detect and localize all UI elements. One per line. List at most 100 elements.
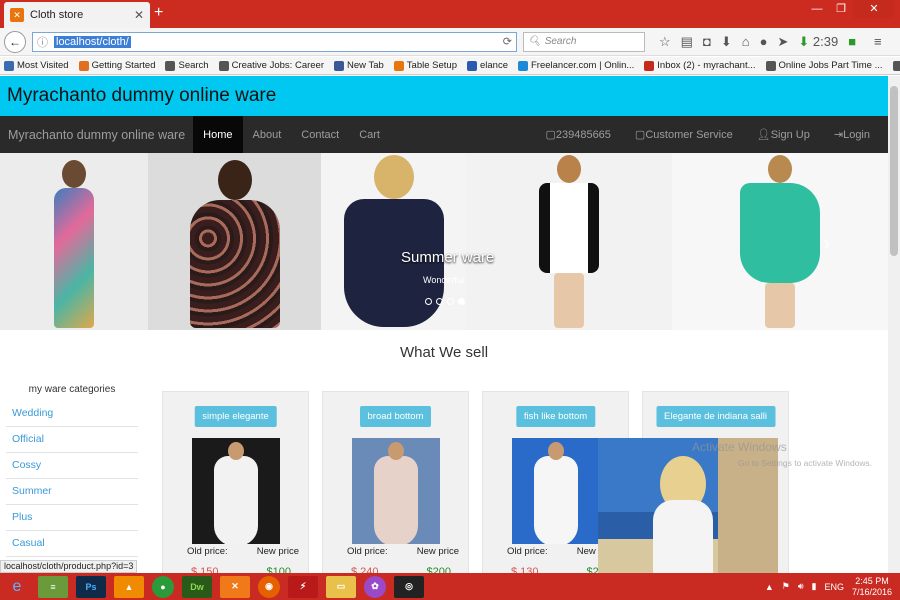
nav-login[interactable]: ⇥ Login: [824, 116, 880, 153]
category-link[interactable]: Wedding: [6, 401, 138, 427]
bookmark-item[interactable]: elance: [466, 60, 508, 71]
tab-cloth-store[interactable]: ✕ Cloth store ✕: [4, 2, 150, 28]
tray-up-icon[interactable]: ▲: [765, 582, 774, 592]
download-status[interactable]: ⬇ 2:39: [798, 34, 838, 50]
category-link[interactable]: Casual: [6, 531, 138, 557]
bookmark-item[interactable]: New Tab: [334, 60, 384, 71]
minimize-icon[interactable]: —: [806, 0, 828, 18]
file-explorer-icon[interactable]: ▭: [326, 575, 356, 598]
product-name-button[interactable]: broad bottom: [359, 406, 432, 427]
category-link[interactable]: Cossy: [6, 453, 138, 479]
clipboard-icon[interactable]: ▤: [681, 34, 693, 50]
category-link[interactable]: Official: [6, 427, 138, 453]
prices: $ 240 $200: [351, 566, 451, 573]
product-name-button[interactable]: simple elegante: [194, 406, 277, 427]
category-link[interactable]: Summer: [6, 479, 138, 505]
carousel-dot-active[interactable]: [458, 298, 465, 305]
flag-icon[interactable]: ⚑: [782, 581, 790, 592]
camera-icon[interactable]: ◎: [394, 575, 424, 598]
bookmark-label: elance: [479, 60, 508, 71]
bookmark-star-icon[interactable]: ☆: [659, 34, 671, 50]
carousel-dot[interactable]: [436, 298, 443, 305]
bookmark-item[interactable]: Would You Like To Ear...: [892, 60, 900, 71]
nav-customer-service[interactable]: ▢ Customer Service: [625, 116, 743, 153]
nav-signup[interactable]: 👤︎ Sign Up: [747, 116, 820, 153]
maximize-icon[interactable]: ❐: [830, 0, 852, 18]
picasa-icon[interactable]: ✿: [364, 575, 386, 598]
carousel-image-5: [672, 153, 888, 330]
product-image[interactable]: [352, 438, 440, 544]
carousel-next-icon[interactable]: ›: [823, 233, 830, 256]
language-indicator[interactable]: ENG: [824, 582, 844, 592]
photoshop-icon[interactable]: Ps: [76, 575, 106, 598]
xampp-icon[interactable]: ✕: [220, 575, 250, 598]
dreamweaver-icon[interactable]: Dw: [182, 575, 212, 598]
bookmark-icon: [218, 60, 229, 71]
vlc-icon[interactable]: ▲: [114, 575, 144, 598]
clock[interactable]: 2:45 PM 7/16/2016: [852, 576, 892, 598]
bookmark-item[interactable]: Search: [165, 60, 209, 71]
scrollbar-thumb[interactable]: [890, 86, 898, 256]
bookmark-item[interactable]: Freelancer.com | Onlin...: [517, 60, 634, 71]
product-image[interactable]: [512, 438, 600, 544]
download-time: 2:39: [812, 33, 839, 49]
bookmark-item[interactable]: Creative Jobs: Career: [218, 60, 324, 71]
pocket-icon[interactable]: ◘: [703, 34, 711, 49]
bookmark-icon: [644, 60, 655, 71]
navbar-brand[interactable]: Myrachanto dummy online ware: [0, 128, 193, 142]
category-link[interactable]: Plus: [6, 505, 138, 531]
xampp-icon: ✕: [10, 8, 24, 22]
bookmark-item[interactable]: Most Visited: [4, 60, 69, 71]
login-label: Login: [843, 128, 870, 141]
back-icon[interactable]: ←: [4, 30, 26, 53]
network-icon[interactable]: ▮: [811, 581, 816, 592]
search-input[interactable]: 🔍︎ Search: [523, 31, 645, 52]
firefox-icon[interactable]: ◉: [258, 575, 280, 598]
bookmark-item[interactable]: Inbox (2) - myrachant...: [644, 60, 756, 71]
volume-icon[interactable]: 🔊︎: [798, 581, 804, 592]
url-bar[interactable]: ⓘ localhost/cloth/ ⟳: [32, 31, 517, 52]
bookmark-icon: [393, 60, 404, 71]
bookmark-label: Inbox (2) - myrachant...: [657, 60, 756, 71]
user-icon: 👤︎: [756, 129, 771, 141]
carousel-dot[interactable]: [425, 298, 432, 305]
chrome-icon[interactable]: ●: [152, 575, 174, 598]
close-tab-icon[interactable]: ✕: [134, 8, 144, 22]
browser-toolbar: ← ⓘ localhost/cloth/ ⟳ 🔍︎ Search ☆ ▤ ◘ ⬇…: [0, 28, 900, 56]
search-placeholder: Search: [544, 36, 577, 47]
menu-icon[interactable]: ≡: [874, 34, 882, 49]
product-image[interactable]: [192, 438, 280, 544]
bookmark-item[interactable]: Table Setup: [393, 60, 457, 71]
send-icon[interactable]: ➤: [777, 34, 788, 50]
product-name-button[interactable]: Elegante de indiana salli: [656, 406, 775, 427]
extension-icon[interactable]: ■: [848, 34, 856, 49]
nav-cart[interactable]: Cart: [349, 116, 390, 153]
carousel-image-1: [0, 153, 148, 330]
chat-icon[interactable]: ●: [760, 34, 768, 49]
filezilla-icon[interactable]: ⚡︎: [288, 575, 318, 598]
url-text[interactable]: localhost/cloth/: [54, 35, 131, 48]
toolbar-icons: ☆ ▤ ◘ ⬇ ⌂ ● ➤ ⬇ 2:39 ■ ≡: [659, 34, 882, 50]
carousel-dot[interactable]: [447, 298, 454, 305]
bookmark-item[interactable]: Online Jobs Part Time ...: [765, 60, 883, 71]
bookmark-icon: [517, 60, 528, 71]
nav-about[interactable]: About: [243, 116, 292, 153]
bookmark-label: Online Jobs Part Time ...: [778, 60, 883, 71]
hero-carousel[interactable]: Summer ware Wonderful ›: [0, 153, 888, 330]
ie-icon[interactable]: e: [0, 573, 34, 600]
new-tab-icon[interactable]: +: [154, 4, 163, 22]
window-controls: — ❐ ✕: [806, 0, 894, 18]
info-icon[interactable]: ⓘ: [37, 34, 48, 50]
bookmark-item[interactable]: Getting Started: [78, 60, 155, 71]
home-icon[interactable]: ⌂: [742, 34, 750, 49]
nav-home[interactable]: Home: [193, 116, 243, 153]
nav-contact[interactable]: Contact: [291, 116, 349, 153]
close-window-icon[interactable]: ✕: [854, 0, 894, 18]
nav-phone[interactable]: ▢ 239485665: [535, 116, 620, 153]
price-labels: Old price: New price: [347, 546, 459, 557]
notepad-icon[interactable]: ≡: [38, 575, 68, 598]
reload-icon[interactable]: ⟳: [503, 35, 512, 48]
page-scrollbar[interactable]: [888, 76, 900, 573]
product-name-button[interactable]: fish like bottom: [515, 406, 596, 427]
download-icon[interactable]: ⬇: [721, 34, 732, 50]
